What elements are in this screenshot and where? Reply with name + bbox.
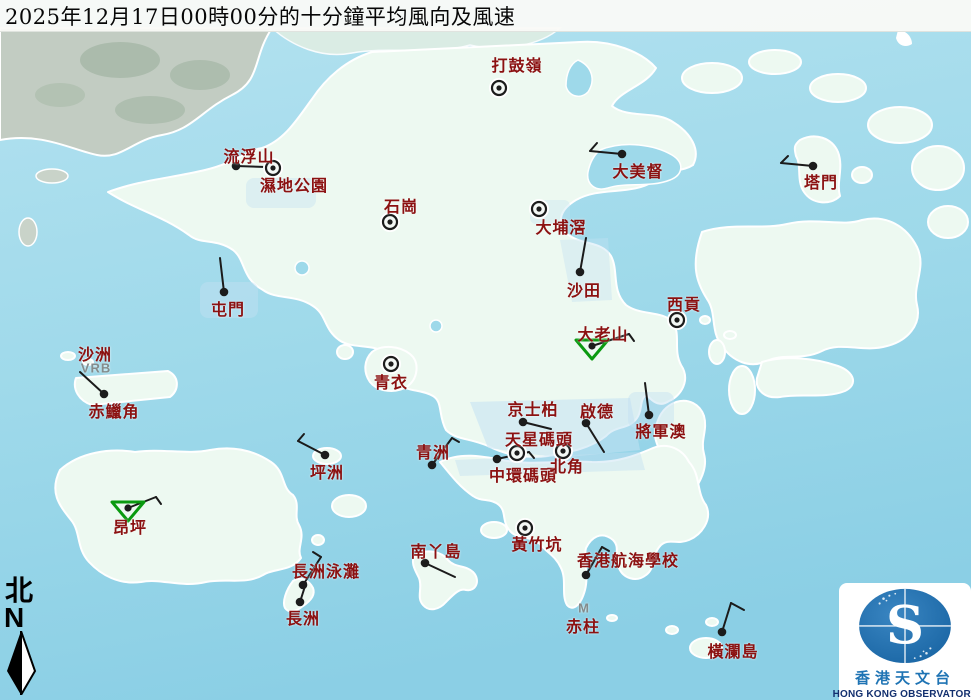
hko-logo-icon: S: [839, 583, 971, 665]
station-sai-kung-marker[interactable]: [668, 311, 686, 329]
wind-map-page: 打鼓嶺流浮山濕地公園石崗大美督塔門大埔滘沙田屯門西貢大老山沙洲VRB赤鱲角青衣京…: [0, 0, 971, 700]
svg-text:S: S: [886, 596, 924, 657]
north-letter-label: N: [4, 605, 43, 631]
station-lamma-island-marker[interactable]: [421, 559, 430, 568]
station-ta-kwu-ling-marker[interactable]: [490, 79, 508, 97]
station-central-pier-marker[interactable]: [493, 455, 502, 464]
station-green-island-marker[interactable]: [428, 461, 437, 470]
station-peng-chau-marker[interactable]: [321, 451, 330, 460]
hko-logo: S 香港天文台 HONG KONG OBSERVATORY: [839, 583, 971, 700]
station-kings-park-marker[interactable]: [519, 418, 528, 427]
station-lau-fau-shan-marker[interactable]: [232, 162, 241, 171]
station-north-point-marker[interactable]: [554, 442, 572, 460]
station-tai-po-kau-marker[interactable]: [530, 200, 548, 218]
hko-logo-english-name: HONG KONG OBSERVATORY: [833, 689, 971, 700]
station-lau-fau-shan-wind-barb: [236, 166, 266, 167]
hko-logo-chinese-name: 香港天文台: [855, 667, 955, 688]
station-sha-tin-marker[interactable]: [576, 268, 585, 277]
station-tai-mei-tuk-marker[interactable]: [618, 150, 627, 159]
station-waglan-island-marker[interactable]: [718, 628, 727, 637]
station-wong-chuk-hang-marker[interactable]: [516, 519, 534, 537]
north-indicator: 北 N: [3, 577, 43, 700]
station-shek-kong-marker[interactable]: [381, 213, 399, 231]
station-tseung-kwan-o-marker[interactable]: [645, 411, 654, 420]
station-kai-tak-marker[interactable]: [582, 419, 591, 428]
hong-kong-map: [0, 0, 971, 700]
station-tsing-yi-marker[interactable]: [382, 355, 400, 373]
station-cheung-chau-beach-marker[interactable]: [299, 581, 308, 590]
station-chek-lap-kok-marker[interactable]: [100, 390, 109, 399]
station-tuen-mun-marker[interactable]: [220, 288, 229, 297]
station-cheung-chau-marker[interactable]: [296, 598, 305, 607]
station-wetland-park-marker[interactable]: [264, 159, 282, 177]
station-tap-mun-marker[interactable]: [809, 162, 818, 171]
station-hk-sea-school-marker[interactable]: [582, 571, 591, 580]
north-hanzi-label: 北: [5, 577, 43, 605]
title-bar: 2025年12月17日00時00分的十分鐘平均風向及風速: [0, 0, 971, 32]
page-title: 2025年12月17日00時00分的十分鐘平均風向及風速: [0, 1, 515, 31]
station-star-ferry-pier-marker[interactable]: [508, 444, 526, 462]
compass-needle-icon: [3, 631, 39, 695]
